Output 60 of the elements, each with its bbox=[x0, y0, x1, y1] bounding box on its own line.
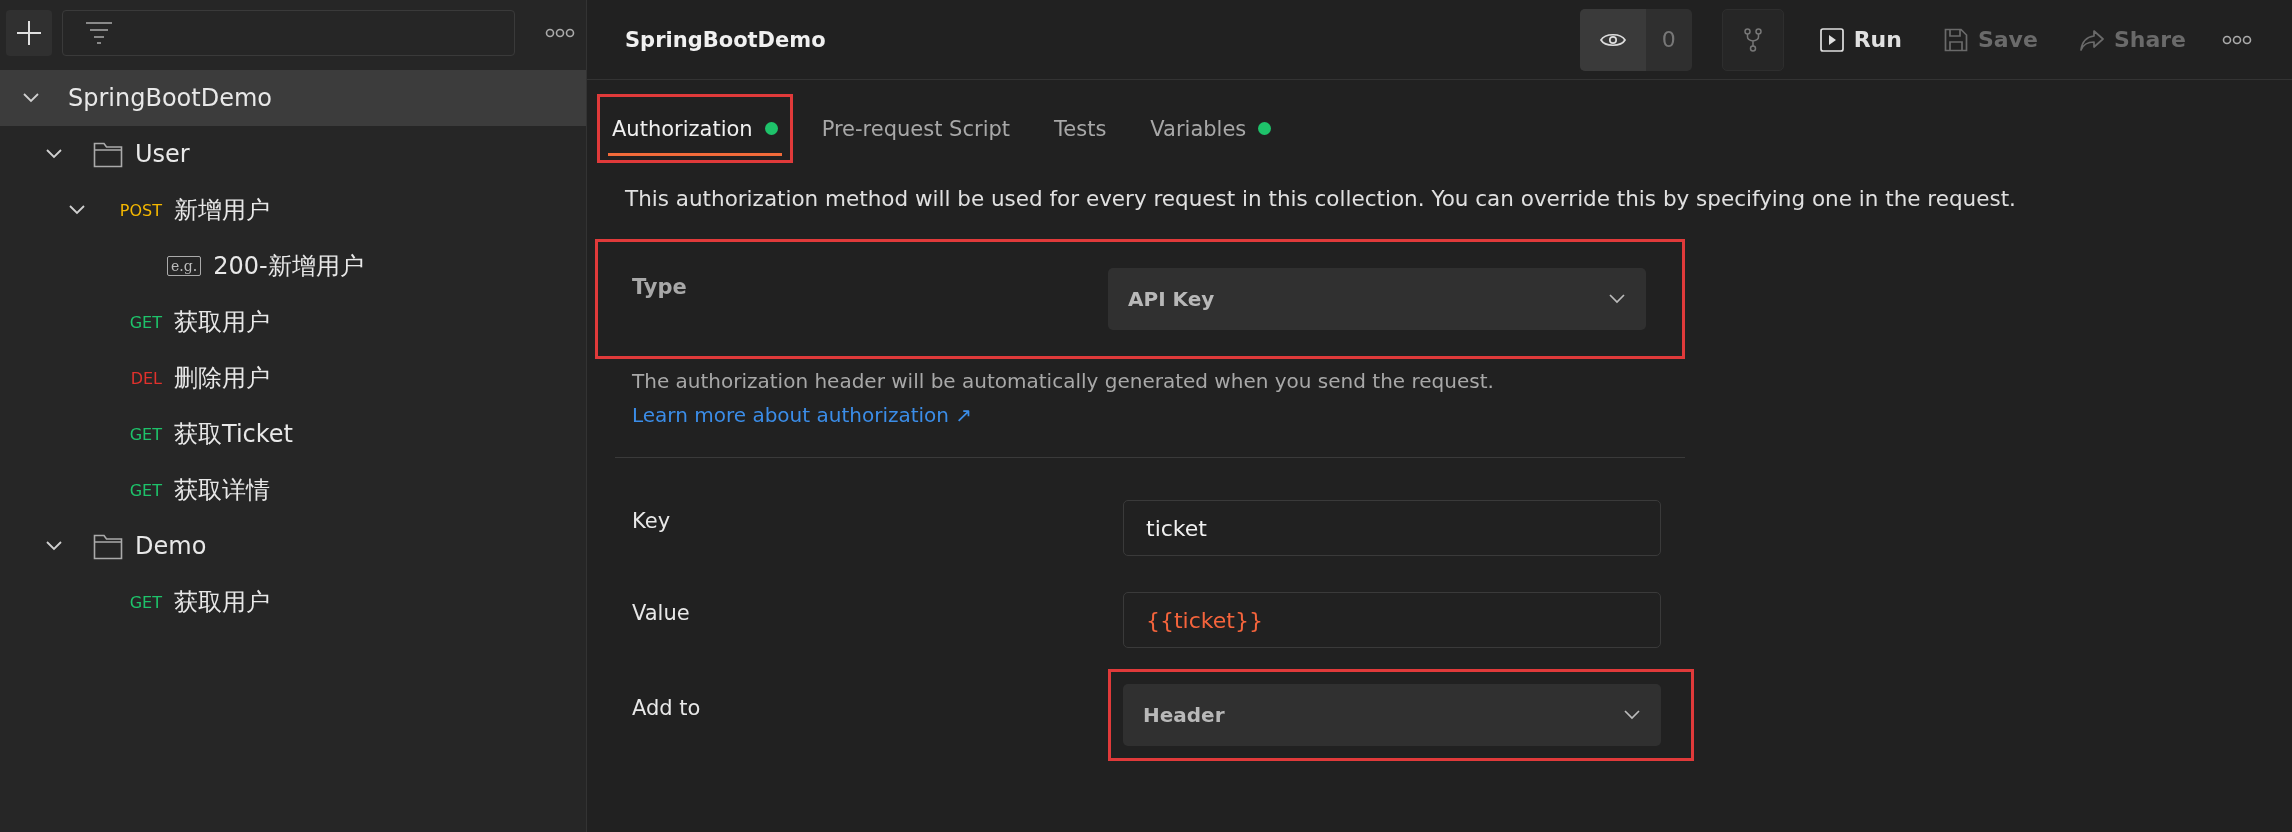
method-label: GET bbox=[128, 480, 162, 500]
example-item[interactable]: e.g. 200-新增用户 bbox=[0, 238, 586, 294]
tab[interactable]: Tests bbox=[1050, 100, 1111, 156]
folder-icon bbox=[93, 140, 123, 168]
request-item[interactable]: GET 获取详情 bbox=[0, 462, 586, 518]
request-name: 获取用户 bbox=[174, 307, 270, 338]
add-to-dropdown[interactable]: Header bbox=[1123, 684, 1661, 746]
method-label: GET bbox=[128, 424, 162, 444]
request-name: 获取用户 bbox=[174, 587, 270, 618]
folder-item[interactable]: Demo bbox=[0, 518, 586, 574]
tab[interactable]: Authorization bbox=[608, 100, 782, 156]
more-icon[interactable] bbox=[2222, 34, 2252, 45]
plus-icon bbox=[15, 19, 43, 47]
collection-title: SpringBootDemo bbox=[625, 27, 826, 52]
example-name: 200-新增用户 bbox=[213, 251, 364, 282]
request-item[interactable]: GET 获取Ticket bbox=[0, 406, 586, 462]
tab[interactable]: Variables bbox=[1146, 100, 1276, 156]
field-label: Add to bbox=[632, 696, 702, 720]
run-button[interactable]: Run bbox=[1813, 23, 1908, 56]
input-field[interactable]: {{ticket}} bbox=[1123, 592, 1661, 648]
folder-icon bbox=[93, 532, 123, 560]
method-label: DEL bbox=[129, 368, 162, 388]
new-button[interactable] bbox=[6, 10, 52, 56]
request-name: 获取详情 bbox=[174, 475, 270, 506]
field-label: Type bbox=[632, 275, 688, 299]
folder-item[interactable]: User bbox=[0, 126, 586, 182]
request-name: 新增用户 bbox=[174, 195, 270, 226]
folder-name: Demo bbox=[135, 532, 207, 560]
type-dropdown[interactable]: API Key bbox=[1108, 268, 1646, 330]
share-arrow-icon bbox=[2079, 27, 2104, 52]
request-item[interactable]: GET 获取用户 bbox=[0, 294, 586, 350]
tab[interactable]: Pre-request Script bbox=[817, 100, 1015, 156]
watch-count: 0 bbox=[1660, 27, 1677, 52]
field-label: Key bbox=[632, 509, 672, 533]
request-item[interactable]: DEL 删除用户 bbox=[0, 350, 586, 406]
filter-icon bbox=[85, 21, 113, 45]
filter-field[interactable] bbox=[62, 10, 515, 56]
folder-name: User bbox=[135, 140, 190, 168]
description-text: This authorization method will be used for every request in this collection. You can override this by specifying one in the request. bbox=[625, 186, 2017, 211]
request-name: 获取Ticket bbox=[174, 419, 293, 450]
collection-item[interactable]: SpringBootDemo bbox=[0, 70, 586, 126]
fork-button[interactable] bbox=[1721, 8, 1784, 71]
request-item[interactable]: GET 获取用户 bbox=[0, 574, 586, 630]
input-field[interactable]: ticket bbox=[1123, 500, 1661, 556]
play-icon bbox=[1819, 27, 1844, 52]
chevron-down-icon bbox=[1608, 293, 1626, 305]
fork-icon bbox=[1743, 27, 1762, 52]
method-label: POST bbox=[118, 200, 162, 220]
request-name: 删除用户 bbox=[174, 363, 270, 394]
field-label: Value bbox=[632, 601, 691, 625]
help-text: The authorization header will be automatically generated when you send the request. bbox=[632, 369, 1495, 393]
method-label: GET bbox=[128, 592, 162, 612]
learn-more-link[interactable]: Learn more about authorization ↗ bbox=[632, 403, 973, 427]
more-icon[interactable] bbox=[545, 28, 575, 38]
chevron-down-icon bbox=[1623, 709, 1641, 721]
method-label: GET bbox=[128, 312, 162, 332]
watch-button[interactable] bbox=[1579, 8, 1646, 71]
request-item[interactable]: POST 新增用户 bbox=[0, 182, 586, 238]
collection-name: SpringBootDemo bbox=[68, 84, 272, 112]
example-badge: e.g. bbox=[167, 256, 202, 276]
